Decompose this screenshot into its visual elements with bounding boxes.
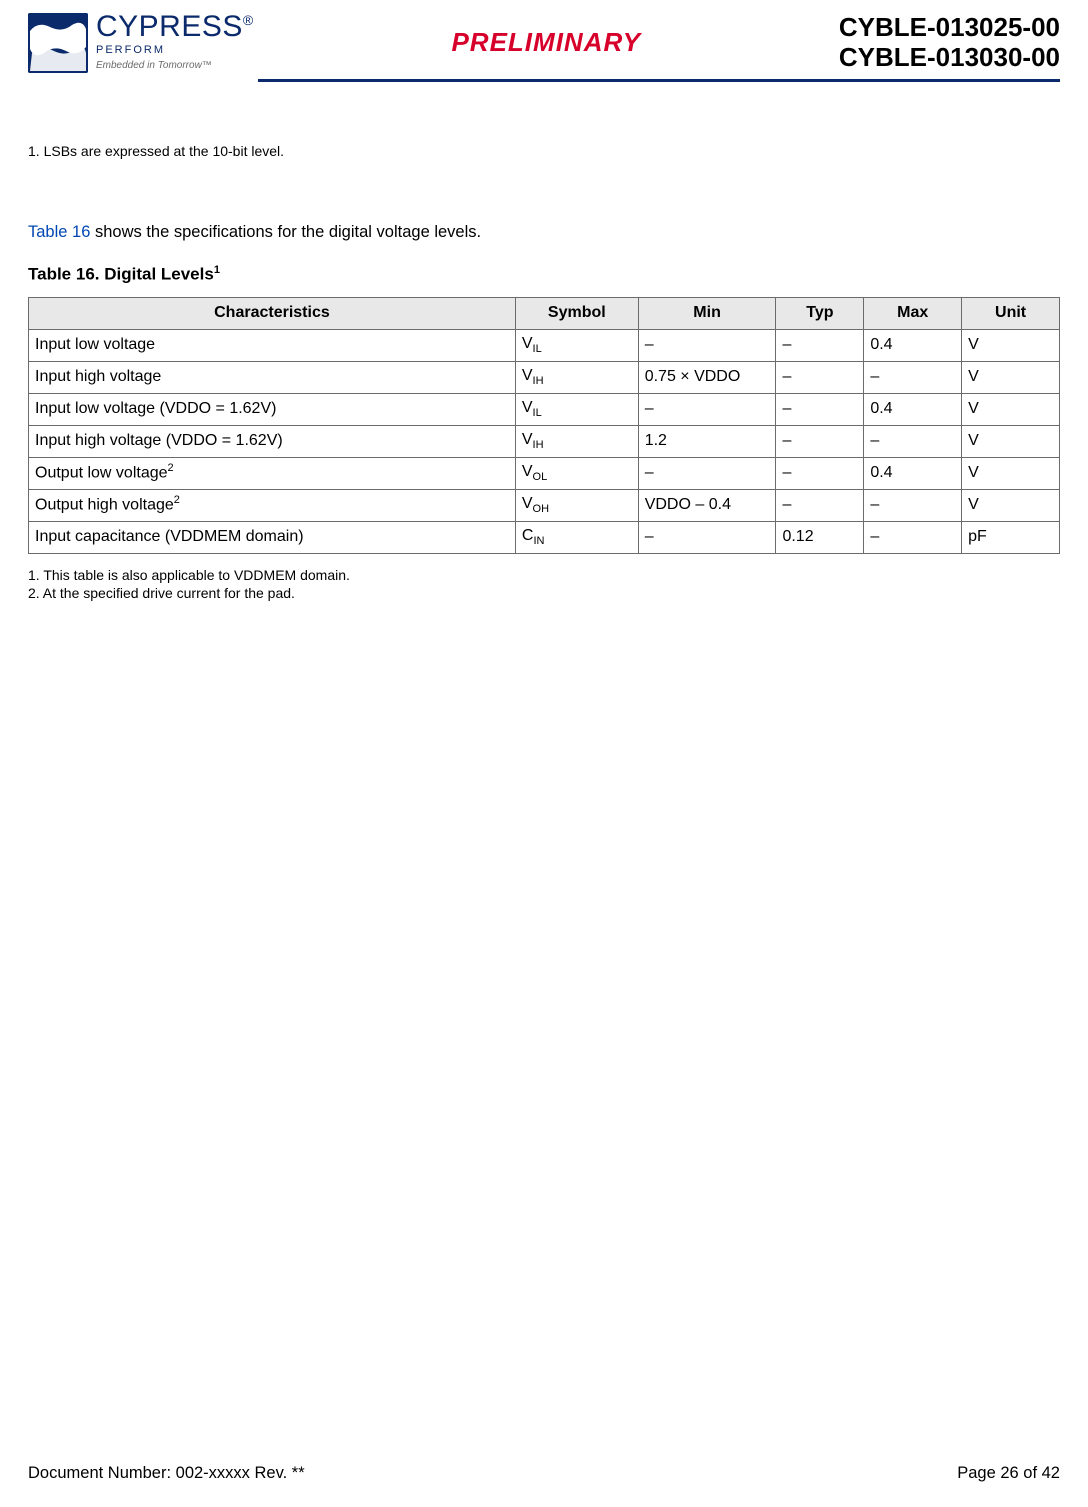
footnote-1: 1. This table is also applicable to VDDM… <box>28 566 1060 584</box>
part-numbers: CYBLE-013025-00 CYBLE-013030-00 <box>839 13 1060 73</box>
cell-min: 0.75 × VDDO <box>638 361 776 393</box>
intro-rest: shows the specifications for the digital… <box>90 223 481 241</box>
cell-max: 0.4 <box>864 393 962 425</box>
cell-max: 0.4 <box>864 457 962 489</box>
cell-unit: V <box>962 393 1060 425</box>
col-unit: Unit <box>962 297 1060 329</box>
cell-characteristics: Input high voltage <box>29 361 516 393</box>
cell-min: – <box>638 457 776 489</box>
cypress-logo-icon <box>28 13 88 73</box>
table-header-row: Characteristics Symbol Min Typ Max Unit <box>29 297 1060 329</box>
digital-levels-table: Characteristics Symbol Min Typ Max Unit … <box>28 297 1060 554</box>
cell-max: – <box>864 425 962 457</box>
cell-min: – <box>638 521 776 553</box>
cell-characteristics: Output low voltage2 <box>29 457 516 489</box>
cell-characteristics: Input capacitance (VDDMEM domain) <box>29 521 516 553</box>
cell-unit: V <box>962 329 1060 361</box>
cell-min: 1.2 <box>638 425 776 457</box>
brand-tagline: Embedded in Tomorrow™ <box>96 60 254 71</box>
preliminary-label: PRELIMINARY <box>451 27 641 58</box>
table-row: Input high voltageVIH0.75 × VDDO––V <box>29 361 1060 393</box>
cell-min: – <box>638 393 776 425</box>
table-row: Output high voltage2VOHVDDO – 0.4––V <box>29 489 1060 521</box>
page-number: Page 26 of 42 <box>957 1464 1060 1483</box>
brand-block: CYPRESS® PERFORM Embedded in Tomorrow™ <box>28 12 254 73</box>
cell-typ: – <box>776 393 864 425</box>
cell-unit: V <box>962 489 1060 521</box>
cell-typ: – <box>776 489 864 521</box>
part-number-1: CYBLE-013025-00 <box>839 13 1060 43</box>
footnote-2: 2. At the specified drive current for th… <box>28 584 1060 602</box>
document-number: Document Number: 002-xxxxx Rev. ** <box>28 1464 305 1483</box>
cell-unit: pF <box>962 521 1060 553</box>
cell-min: – <box>638 329 776 361</box>
col-typ: Typ <box>776 297 864 329</box>
col-min: Min <box>638 297 776 329</box>
cell-max: – <box>864 361 962 393</box>
cell-unit: V <box>962 361 1060 393</box>
cell-typ: – <box>776 425 864 457</box>
cell-symbol: VIH <box>515 361 638 393</box>
cell-symbol: VIH <box>515 425 638 457</box>
cell-symbol: VOH <box>515 489 638 521</box>
table-row: Input high voltage (VDDO = 1.62V)VIH1.2–… <box>29 425 1060 457</box>
header-rule <box>258 79 1060 82</box>
cell-max: – <box>864 489 962 521</box>
cell-symbol: VOL <box>515 457 638 489</box>
intro-sentence: Table 16 shows the specifications for th… <box>28 221 1060 243</box>
table-caption: Table 16. Digital Levels1 <box>28 263 1060 287</box>
table-reference-link[interactable]: Table 16 <box>28 223 90 241</box>
brand-name: CYPRESS® <box>96 12 254 42</box>
col-max: Max <box>864 297 962 329</box>
cell-symbol: VIL <box>515 393 638 425</box>
table-row: Output low voltage2VOL––0.4V <box>29 457 1060 489</box>
cell-typ: – <box>776 361 864 393</box>
table-footnotes: 1. This table is also applicable to VDDM… <box>28 566 1060 602</box>
cell-max: 0.4 <box>864 329 962 361</box>
cell-max: – <box>864 521 962 553</box>
cell-characteristics: Input low voltage <box>29 329 516 361</box>
cell-unit: V <box>962 425 1060 457</box>
table-row: Input low voltageVIL––0.4V <box>29 329 1060 361</box>
cell-typ: 0.12 <box>776 521 864 553</box>
cell-characteristics: Input low voltage (VDDO = 1.62V) <box>29 393 516 425</box>
part-number-2: CYBLE-013030-00 <box>839 43 1060 73</box>
col-characteristics: Characteristics <box>29 297 516 329</box>
cell-characteristics: Input high voltage (VDDO = 1.62V) <box>29 425 516 457</box>
table-row: Input capacitance (VDDMEM domain)CIN–0.1… <box>29 521 1060 553</box>
page-footer: Document Number: 002-xxxxx Rev. ** Page … <box>28 1464 1060 1483</box>
col-symbol: Symbol <box>515 297 638 329</box>
cell-unit: V <box>962 457 1060 489</box>
page-body: 1. LSBs are expressed at the 10-bit leve… <box>28 142 1060 602</box>
page-header: CYPRESS® PERFORM Embedded in Tomorrow™ P… <box>28 12 1060 79</box>
cell-characteristics: Output high voltage2 <box>29 489 516 521</box>
top-footnote: 1. LSBs are expressed at the 10-bit leve… <box>28 142 1060 161</box>
cell-symbol: VIL <box>515 329 638 361</box>
table-row: Input low voltage (VDDO = 1.62V)VIL––0.4… <box>29 393 1060 425</box>
cell-typ: – <box>776 457 864 489</box>
brand-text: CYPRESS® PERFORM Embedded in Tomorrow™ <box>96 12 254 73</box>
cell-min: VDDO – 0.4 <box>638 489 776 521</box>
cell-symbol: CIN <box>515 521 638 553</box>
cell-typ: – <box>776 329 864 361</box>
brand-perform: PERFORM <box>96 44 254 56</box>
